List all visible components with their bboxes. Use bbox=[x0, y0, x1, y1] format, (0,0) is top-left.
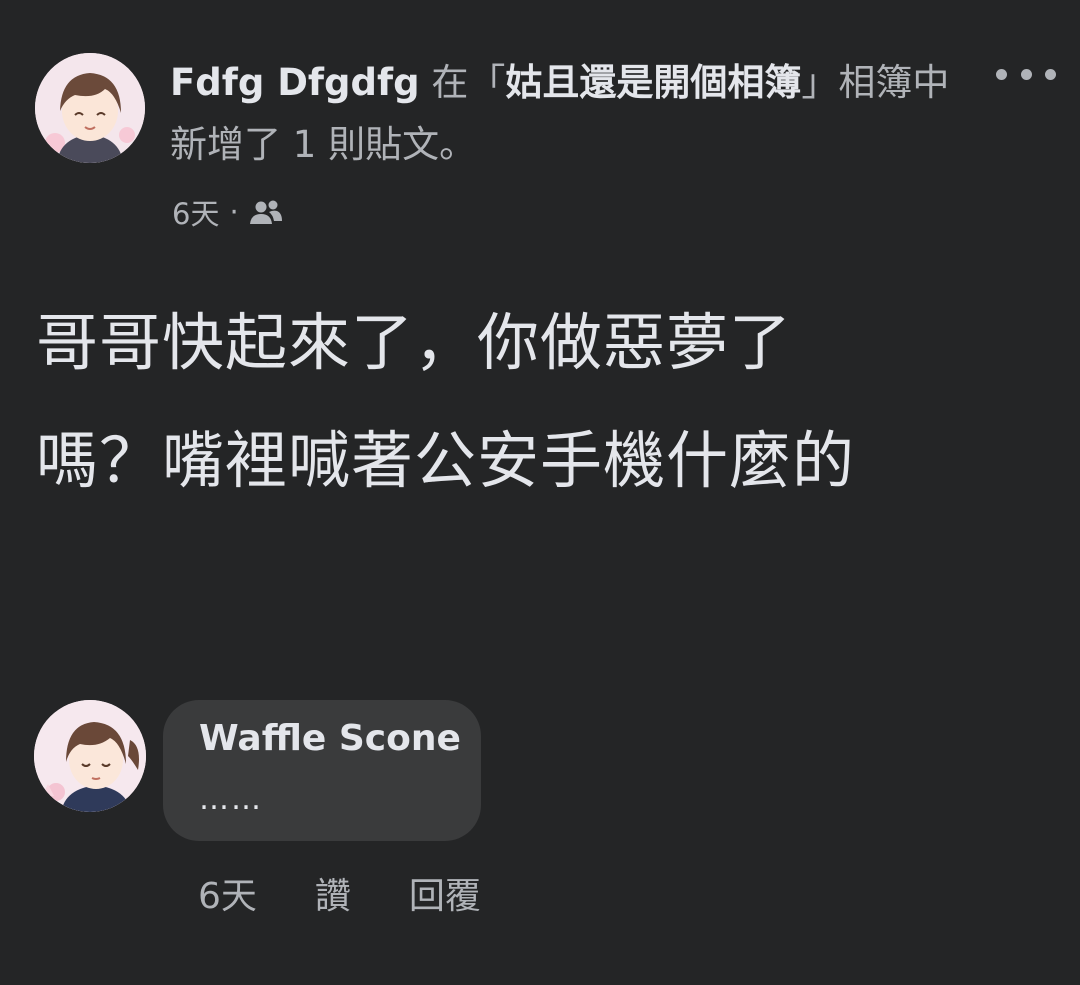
post-author-name[interactable]: Fdfg Dfgdfg bbox=[170, 61, 420, 104]
more-options-icon bbox=[996, 68, 1007, 80]
post-body: 哥哥快起來了，你做惡夢了 嗎？嘴裡喊著公安手機什麼的 bbox=[36, 284, 1036, 520]
comment-author-name[interactable]: Waffle Scone bbox=[199, 718, 461, 759]
post-body-line-2: 嗎？嘴裡喊著公安手機什麼的 bbox=[36, 424, 856, 497]
post-header: Fdfg Dfgdfg 在「姑且還是開個相簿」相簿中新增了 1 則貼文。 bbox=[170, 52, 960, 176]
meta-separator: · bbox=[229, 195, 239, 229]
comment-text: …… bbox=[199, 782, 263, 817]
post-action-prefix: 在「 bbox=[419, 61, 506, 104]
comment-author-avatar[interactable] bbox=[34, 700, 146, 812]
more-options-button[interactable] bbox=[996, 56, 1056, 92]
more-options-icon-dot bbox=[1045, 68, 1056, 80]
post-body-line-1: 哥哥快起來了，你做惡夢了 bbox=[36, 306, 793, 379]
reply-button[interactable]: 回覆 bbox=[409, 867, 481, 919]
avatar-image bbox=[35, 53, 145, 163]
like-button[interactable]: 讚 bbox=[315, 867, 351, 919]
album-name-link[interactable]: 姑且還是開個相簿 bbox=[505, 61, 801, 104]
post-author-avatar[interactable] bbox=[35, 53, 145, 163]
more-options-icon-dot bbox=[1020, 68, 1032, 80]
friends-icon[interactable] bbox=[249, 199, 283, 225]
comment-bubble[interactable]: Waffle Scone …… bbox=[163, 700, 481, 841]
post-meta: 6天 · bbox=[172, 192, 283, 232]
avatar-image bbox=[34, 700, 146, 812]
post-timestamp[interactable]: 6天 bbox=[172, 191, 219, 233]
comment-actions: 6天 讚 回覆 bbox=[198, 868, 481, 918]
comment-timestamp[interactable]: 6天 bbox=[198, 867, 257, 919]
